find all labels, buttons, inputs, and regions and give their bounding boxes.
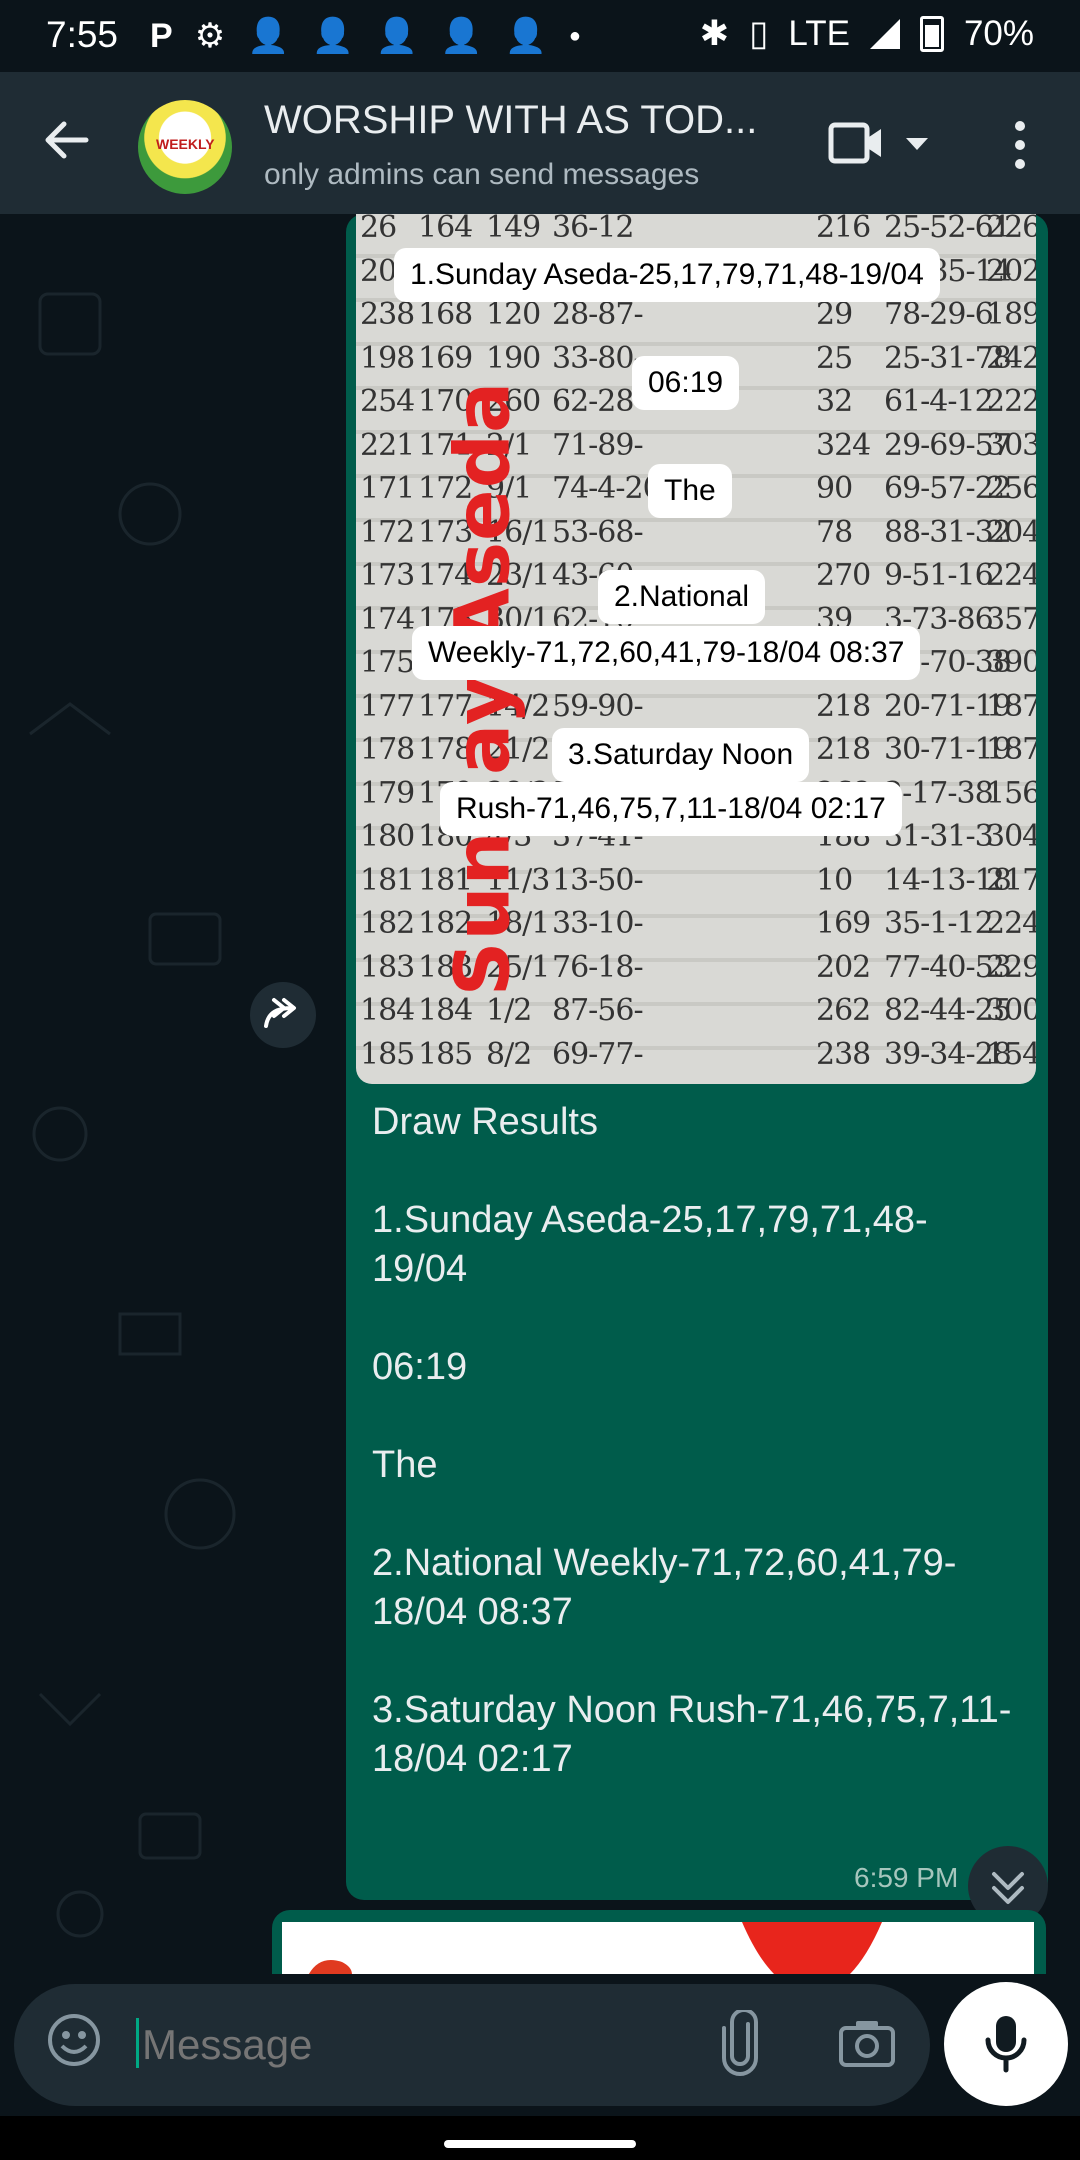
message-paragraph: Draw Results <box>372 1101 598 1143</box>
status-time: 7:55 <box>46 14 119 55</box>
image-text-label: Weekly-71,72,60,41,79-18/04 08:37 <box>412 626 921 680</box>
notification-icons: P ⚙ 👤 👤 👤 👤 👤 ● <box>150 16 581 56</box>
message-timestamp: 6:59 PM <box>854 1862 959 1893</box>
camera-icon[interactable] <box>838 2018 896 2068</box>
person-add-icon: 👤 <box>440 17 483 55</box>
message-image[interactable]: 26 20 238 198 254 221 171 172 173 174 17… <box>356 214 1036 1084</box>
video-call-icon[interactable] <box>828 122 884 164</box>
paperclip-icon[interactable] <box>718 2010 764 2076</box>
next-message-image[interactable] <box>282 1922 1034 1974</box>
forward-button[interactable] <box>250 982 316 1048</box>
message-input[interactable] <box>140 2020 704 2070</box>
person-add-icon: 👤 <box>247 17 290 55</box>
voice-message-button[interactable] <box>944 1982 1068 2106</box>
chat-header: WORSHIP WITH AS TOD... only admins can s… <box>0 72 1080 214</box>
text-cursor <box>136 2018 139 2068</box>
chat-subtitle[interactable]: only admins can send messages <box>264 158 699 192</box>
message-paragraph: 06:19 <box>372 1346 468 1388</box>
signal-icon <box>869 19 900 49</box>
image-text-label: 1.Sunday Aseda-25,17,79,71,48-19/04 <box>394 248 940 302</box>
image-text-label: 3.Saturday Noon <box>552 728 810 782</box>
message-paragraph: 2.National Weekly-71,72,60,41,79-18/04 0… <box>372 1542 957 1633</box>
system-status: ✱ ▯ LTE 70% <box>700 14 1034 54</box>
home-gesture-pill[interactable] <box>444 2140 636 2148</box>
microphone-icon <box>985 2016 1027 2073</box>
image-text-label: Rush-71,46,75,7,11-18/04 02:17 <box>440 782 902 836</box>
image-vertical-caption: Sunday Aseda <box>437 380 527 997</box>
chat-area[interactable]: 26 20 238 198 254 221 171 172 173 174 17… <box>0 214 1080 1974</box>
dot-icon: ● <box>568 25 581 47</box>
bluetooth-icon: ✱ <box>699 14 730 53</box>
network-type: LTE <box>788 14 850 53</box>
emoji-icon[interactable] <box>46 2012 102 2068</box>
person-add-icon: 👤 <box>311 17 354 55</box>
message-paragraph: The <box>372 1444 438 1486</box>
more-options-icon[interactable] <box>1010 120 1030 170</box>
status-bar: 7:55 P ⚙ 👤 👤 👤 👤 👤 ● ✱ ▯ LTE 70% <box>0 0 1080 72</box>
parking-p-icon: P <box>150 17 173 55</box>
gear-icon: ⚙ <box>194 17 226 55</box>
vibrate-icon: ▯ <box>749 14 769 53</box>
chevron-down-icon[interactable] <box>906 138 928 150</box>
system-navigation-bar <box>0 2116 1080 2160</box>
chat-title[interactable]: WORSHIP WITH AS TOD... <box>264 98 757 143</box>
group-avatar[interactable] <box>138 100 232 194</box>
person-add-icon: 👤 <box>504 17 547 55</box>
image-text-label: 06:19 <box>632 356 740 410</box>
message-text: Draw Results 1.Sunday Aseda-25,17,79,71,… <box>372 1098 1012 1833</box>
message-paragraph: 1.Sunday Aseda-25,17,79,71,48-19/04 <box>372 1199 928 1290</box>
forward-icon <box>264 998 296 1028</box>
image-text-label: The <box>648 464 732 518</box>
image-text-label: 2.National <box>598 570 766 624</box>
message-paragraph: 3.Saturday Noon Rush-71,46,75,7,11-18/04… <box>372 1689 1012 1780</box>
battery-percent: 70% <box>963 14 1034 53</box>
battery-icon <box>919 16 944 52</box>
back-arrow-icon[interactable] <box>36 110 96 170</box>
heart-image-fragment <box>309 1922 882 1974</box>
person-add-icon: 👤 <box>375 17 419 55</box>
